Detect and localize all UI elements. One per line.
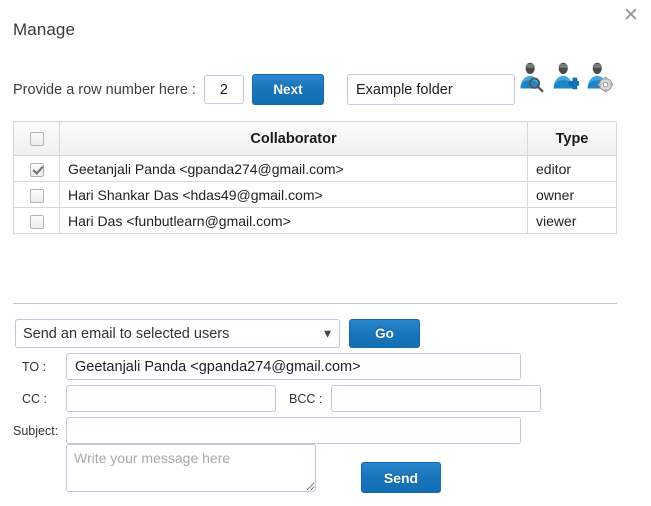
table-row[interactable]: Hari Shankar Das <hdas49@gmail.com> owne… bbox=[13, 181, 617, 208]
to-label: TO : bbox=[22, 359, 47, 374]
cc-label: CC : bbox=[22, 391, 47, 406]
table-row[interactable]: Hari Das <funbutlearn@gmail.com> viewer bbox=[13, 207, 617, 234]
bcc-input[interactable] bbox=[331, 385, 541, 412]
user-add-icon[interactable] bbox=[551, 62, 579, 94]
collaborator-cell: Hari Shankar Das <hdas49@gmail.com> bbox=[59, 181, 528, 208]
collaborator-cell: Geetanjali Panda <gpanda274@gmail.com> bbox=[59, 155, 528, 182]
row-number-bar: Provide a row number here : Next bbox=[13, 74, 515, 105]
close-icon[interactable]: ✕ bbox=[620, 4, 642, 26]
type-cell: viewer bbox=[527, 207, 617, 234]
user-action-icons bbox=[517, 62, 613, 94]
cc-bcc-field-row: CC : BCC : bbox=[22, 385, 541, 412]
row-number-label: Provide a row number here : bbox=[13, 81, 196, 98]
email-action-select[interactable]: Send an email to selected users bbox=[15, 319, 340, 348]
subject-label: Subject: bbox=[13, 423, 59, 438]
type-cell: editor bbox=[527, 155, 617, 182]
row-select-cell bbox=[13, 181, 60, 208]
collaborators-table: Collaborator Type Geetanjali Panda <gpan… bbox=[13, 121, 617, 234]
bcc-label: BCC : bbox=[289, 391, 323, 406]
to-input[interactable] bbox=[66, 353, 521, 380]
to-field-row: TO : bbox=[22, 353, 521, 380]
row-select-cell bbox=[13, 207, 60, 234]
row-number-input[interactable] bbox=[203, 75, 244, 104]
folder-name-input[interactable] bbox=[346, 74, 515, 105]
cc-input[interactable] bbox=[66, 385, 276, 412]
row-checkbox[interactable] bbox=[29, 214, 44, 229]
go-button[interactable]: Go bbox=[349, 319, 420, 348]
section-divider bbox=[13, 303, 617, 304]
collaborator-cell: Hari Das <funbutlearn@gmail.com> bbox=[59, 207, 528, 234]
select-all-checkbox[interactable] bbox=[29, 131, 44, 146]
select-all-header bbox=[13, 121, 60, 156]
row-checkbox[interactable] bbox=[29, 188, 44, 203]
type-header: Type bbox=[527, 121, 617, 156]
row-select-cell bbox=[13, 155, 60, 182]
row-checkbox[interactable] bbox=[29, 162, 44, 177]
type-cell: owner bbox=[527, 181, 617, 208]
subject-field-row: Subject: bbox=[13, 417, 521, 444]
subject-input[interactable] bbox=[66, 417, 521, 444]
next-button[interactable]: Next bbox=[251, 74, 324, 105]
table-row[interactable]: Geetanjali Panda <gpanda274@gmail.com> e… bbox=[13, 155, 617, 182]
table-header-row: Collaborator Type bbox=[13, 121, 617, 156]
user-settings-icon[interactable] bbox=[585, 62, 613, 94]
user-search-icon[interactable] bbox=[517, 62, 545, 94]
send-button[interactable]: Send bbox=[361, 462, 441, 493]
email-action-row: Send an email to selected users ▼ Go bbox=[15, 319, 420, 348]
page-title: Manage bbox=[13, 20, 76, 39]
message-field-row bbox=[66, 444, 316, 492]
action-select-wrapper: Send an email to selected users ▼ bbox=[15, 319, 340, 348]
manage-dialog: ✕ Manage Provide a row number here : Nex… bbox=[0, 0, 651, 506]
message-textarea[interactable] bbox=[66, 444, 316, 492]
collaborator-header: Collaborator bbox=[59, 121, 528, 156]
